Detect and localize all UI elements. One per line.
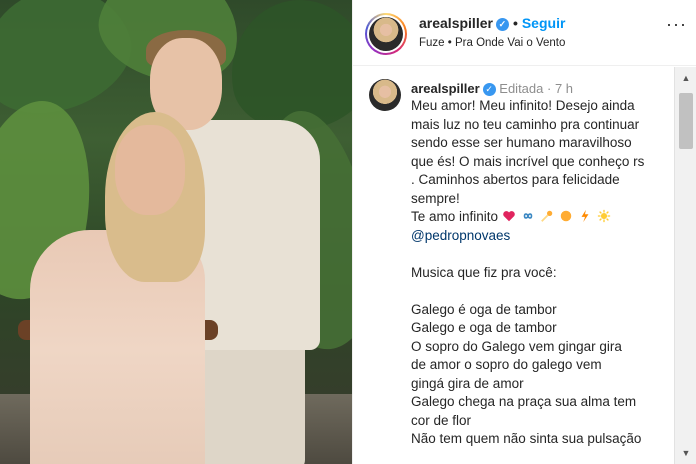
post-photo[interactable] <box>0 0 352 464</box>
audio-label[interactable]: Fuze • Pra Onde Vai o Vento <box>419 37 565 49</box>
caption-avatar[interactable] <box>369 79 401 111</box>
song-line: cor de flor <box>411 412 472 428</box>
song-line: Galego e oga de tambor <box>411 320 557 335</box>
caption-line: sempre! <box>411 190 460 206</box>
caption-text: Meu amor! Meu infinito! Desejo ainda mai… <box>411 97 673 449</box>
comments-area: arealspiller ✓ Editada · 7 h Meu amor! Me… <box>353 67 675 464</box>
scroll-down-icon[interactable]: ▼ <box>675 444 696 462</box>
caption-line: que és! O mais incrível que conheço rs <box>411 153 645 169</box>
infinity-icon <box>523 213 533 219</box>
song-line: Não tem quem não sinta sua pulsação <box>411 431 642 446</box>
song-line: Galego é oga de tambor <box>411 301 557 317</box>
caption-line: mais luz no teu caminho pra continuar <box>411 116 640 132</box>
verified-icon: ✓ <box>482 83 496 97</box>
caption-username[interactable]: arealspiller <box>411 81 480 96</box>
separator: • <box>512 15 518 31</box>
timestamp[interactable]: 7 h <box>555 81 573 96</box>
woman-face <box>115 125 185 215</box>
scrollbar[interactable]: ▲ ▼ <box>674 67 696 464</box>
song-line: O sopro do Galego vem gingar gira <box>411 338 622 354</box>
sparkle-icon <box>597 209 610 223</box>
verified-icon: ✓ <box>495 17 509 31</box>
avatar[interactable] <box>365 13 407 55</box>
more-horizontal-icon[interactable]: ··· <box>666 14 687 35</box>
comet-icon <box>540 210 553 222</box>
username-link[interactable]: arealspiller <box>419 15 493 31</box>
love-text: Te amo infinito <box>411 209 499 224</box>
mention-link[interactable]: @pedropnovaes <box>411 227 673 246</box>
caption-header: arealspiller ✓ Editada · 7 h <box>411 81 573 97</box>
post-header: arealspiller ✓ • Seguir Fuze • Pra Onde Vai… <box>353 0 696 66</box>
lightning-icon <box>581 209 589 223</box>
sun-icon <box>560 210 572 222</box>
scroll-up-icon[interactable]: ▲ <box>675 69 696 87</box>
heart-icon <box>503 211 515 222</box>
scroll-thumb[interactable] <box>679 93 693 149</box>
song-line: de amor o sopro do galego vem <box>411 357 602 372</box>
post-detail-panel: arealspiller ✓ • Seguir Fuze • Pra Onde Vai… <box>352 0 696 464</box>
caption-line: Meu amor! Meu infinito! Desejo ainda <box>411 98 635 113</box>
song-line: Galego chega na praça sua alma tem <box>411 394 637 409</box>
edited-label: Editada <box>499 81 544 96</box>
song-line: gingá gira de amor <box>411 375 524 391</box>
caption-line: sendo esse ser humano maravilhoso <box>411 135 632 150</box>
follow-button[interactable]: Seguir <box>522 15 566 31</box>
header-user-line: arealspiller ✓ • Seguir <box>419 15 565 31</box>
song-title: Musica que fiz pra você: <box>411 264 557 280</box>
caption-line: . Caminhos abertos para felicidade <box>411 172 620 187</box>
dot-separator: · <box>547 81 552 96</box>
love-line: Te amo infinito <box>411 208 673 227</box>
